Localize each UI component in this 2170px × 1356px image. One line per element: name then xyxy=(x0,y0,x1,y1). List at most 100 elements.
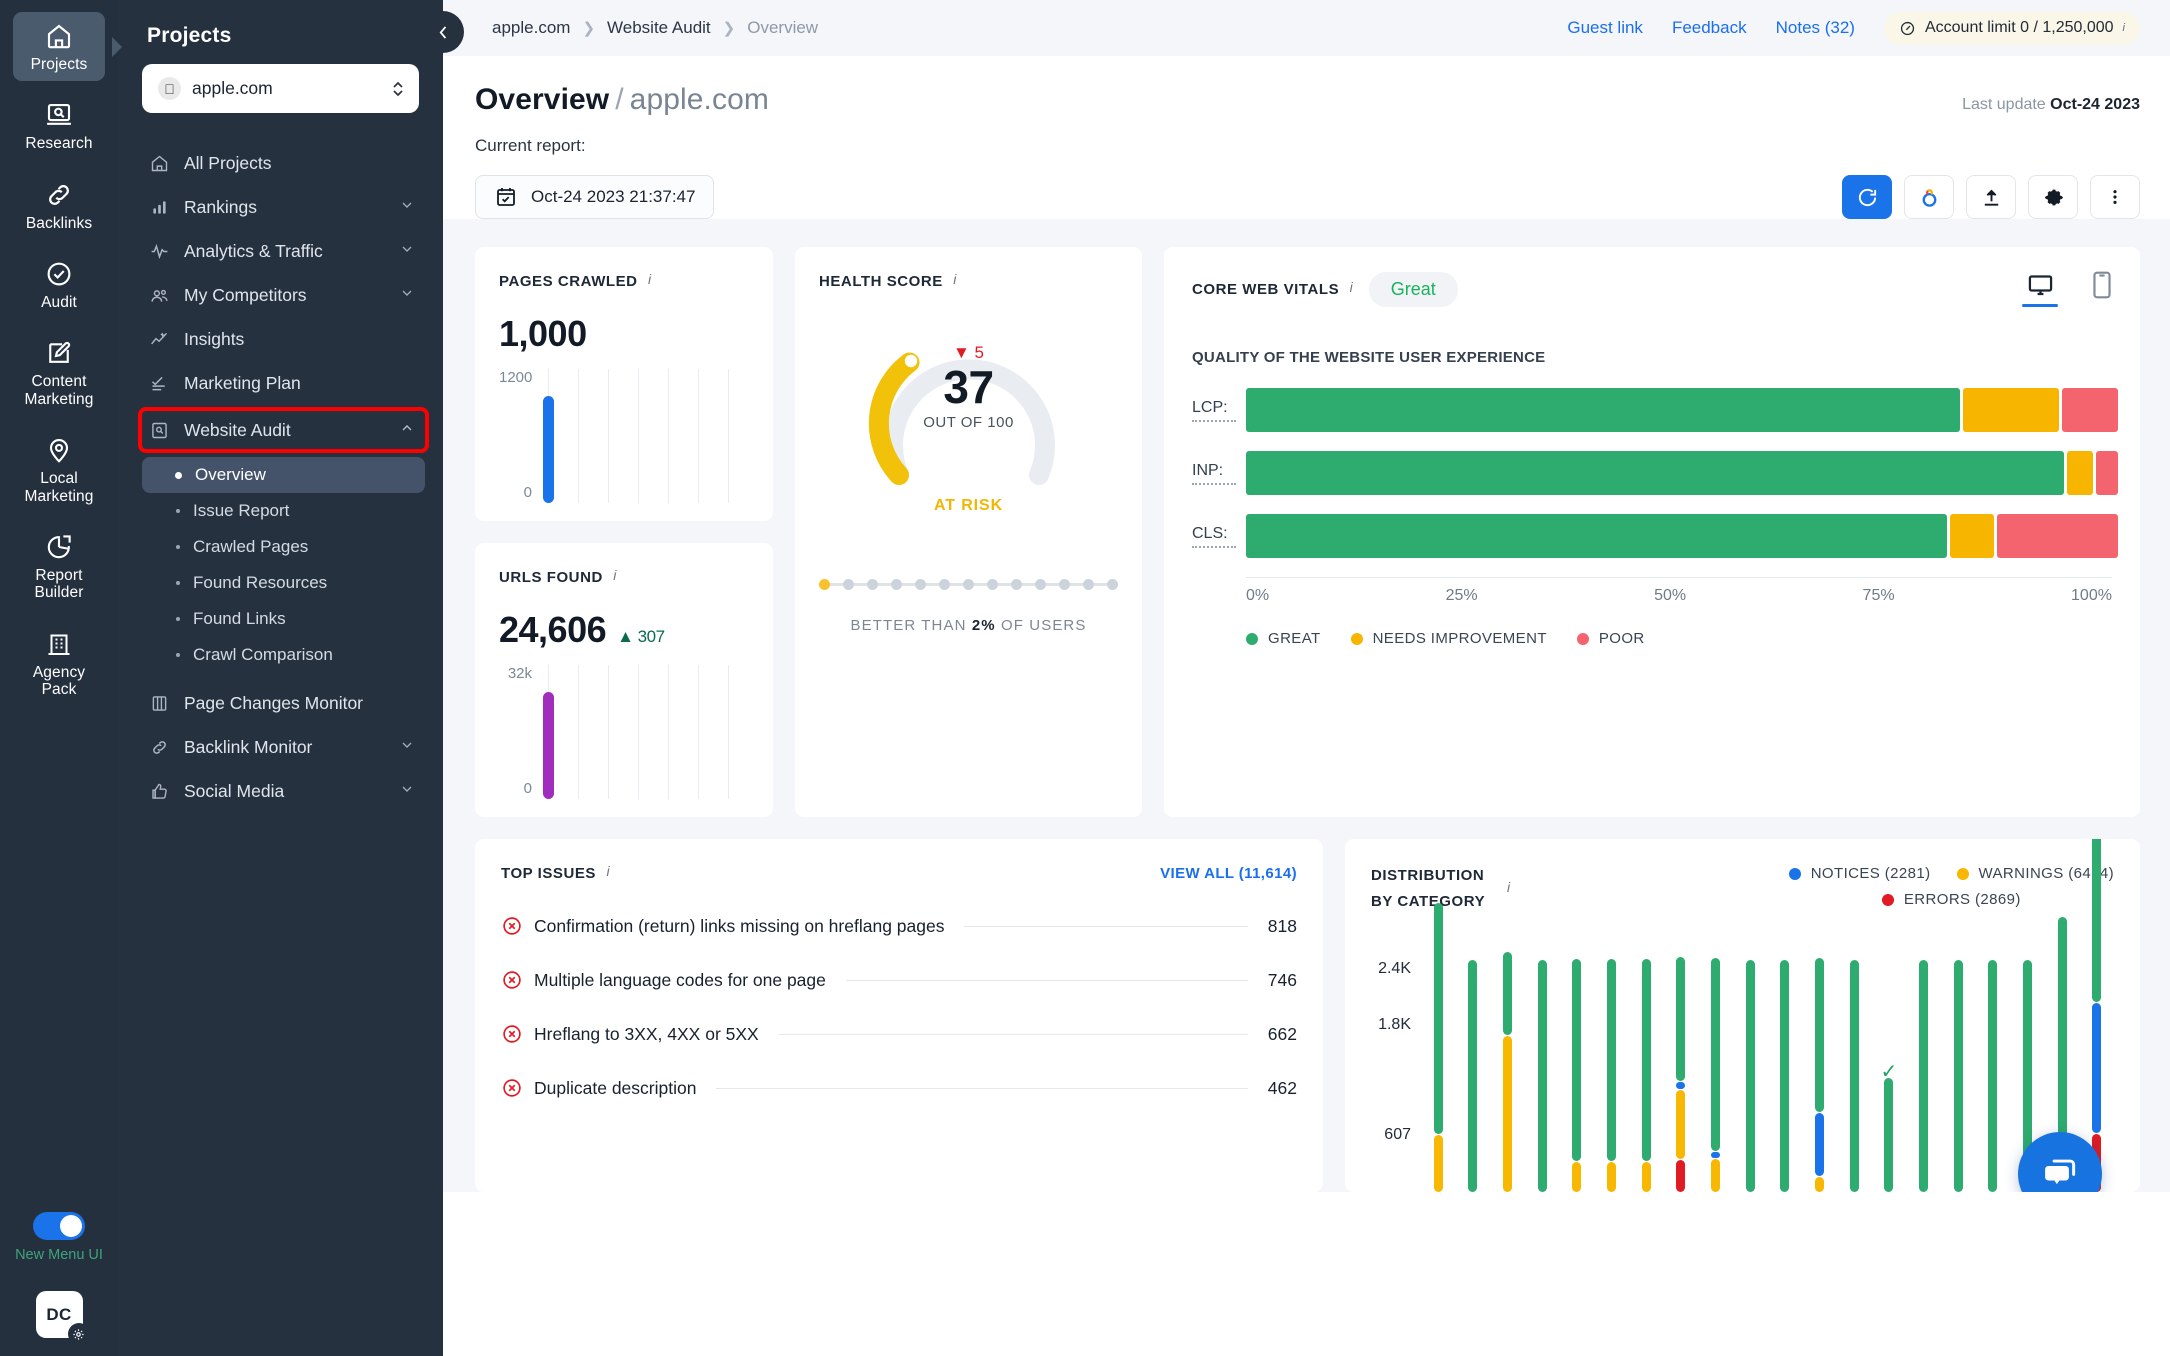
chart-bar-column[interactable] xyxy=(1976,942,2011,1192)
current-report-selector[interactable]: Oct-24 2023 21:37:47 xyxy=(475,175,715,219)
collapse-sidebar-button[interactable] xyxy=(422,11,464,53)
history-dot[interactable] xyxy=(915,579,926,590)
history-dot[interactable] xyxy=(819,579,830,590)
health-history-dots[interactable] xyxy=(819,579,1118,590)
sidebar-item-found-links[interactable]: Found Links xyxy=(142,601,425,637)
device-mobile-button[interactable] xyxy=(2092,271,2112,307)
check-circle-icon xyxy=(47,262,71,286)
settings-button[interactable] xyxy=(2028,175,2078,219)
chart-bar-column[interactable] xyxy=(1837,942,1872,1192)
cwv-stacked-bar[interactable] xyxy=(1246,514,2118,558)
nav-item-all-projects[interactable]: All Projects xyxy=(142,141,425,185)
info-icon[interactable]: i xyxy=(2123,22,2125,34)
issue-row[interactable]: Confirmation (return) links missing on h… xyxy=(501,915,1297,937)
breadcrumb-item-0[interactable]: apple.com xyxy=(492,18,570,38)
issue-name: Multiple language codes for one page xyxy=(534,969,826,990)
sidebar-item-found-resources[interactable]: Found Resources xyxy=(142,565,425,601)
nav-item-analytics-traffic[interactable]: Analytics & Traffic xyxy=(142,229,425,273)
history-dot[interactable] xyxy=(867,579,878,590)
history-dot[interactable] xyxy=(939,579,950,590)
info-icon[interactable]: i xyxy=(648,271,651,287)
nav-item-website-audit[interactable]: Website Audit xyxy=(142,411,425,449)
rail-item-report-builder[interactable]: Report Builder xyxy=(13,523,105,610)
bar-segment-green xyxy=(1503,951,1513,1035)
nav-item-my-competitors[interactable]: My Competitors xyxy=(142,273,425,317)
history-dot[interactable] xyxy=(987,579,998,590)
sidebar-item-overview[interactable]: Overview xyxy=(142,457,425,493)
chart-bar-column[interactable] xyxy=(1629,942,1664,1192)
history-dot[interactable] xyxy=(843,579,854,590)
bar-stack xyxy=(1988,960,1998,1192)
nav-item-page-changes-monitor[interactable]: Page Changes Monitor xyxy=(142,681,425,725)
rail-item-local-marketing[interactable]: Local Marketing xyxy=(13,426,105,513)
info-icon[interactable]: i xyxy=(606,863,609,879)
chart-bar-column[interactable] xyxy=(1941,942,1976,1192)
issue-row[interactable]: Duplicate description 462 xyxy=(501,1077,1297,1099)
chart-bar-column[interactable] xyxy=(1733,942,1768,1192)
sidebar-item-crawled-pages[interactable]: Crawled Pages xyxy=(142,529,425,565)
breadcrumb-separator: ❯ xyxy=(582,20,596,37)
chart-bar-column[interactable]: ✓ xyxy=(1872,942,1907,1192)
new-menu-ui-toggle[interactable] xyxy=(33,1212,85,1240)
issue-row[interactable]: Hreflang to 3XX, 4XX or 5XX 662 xyxy=(501,1023,1297,1045)
chart-bar-column[interactable] xyxy=(1456,942,1491,1192)
history-dot[interactable] xyxy=(1059,579,1070,590)
chart-bar-column[interactable] xyxy=(1698,942,1733,1192)
axis-top-label: 1200 xyxy=(499,369,533,386)
audit-icon xyxy=(148,420,170,441)
export-button[interactable] xyxy=(1966,175,2016,219)
feedback-link[interactable]: Feedback xyxy=(1672,18,1747,38)
notes-link[interactable]: Notes (32) xyxy=(1776,18,1855,38)
nav-item-marketing-plan[interactable]: Marketing Plan xyxy=(142,361,425,405)
sidebar-item-crawl-comparison[interactable]: Crawl Comparison xyxy=(142,637,425,673)
rail-item-backlinks[interactable]: Backlinks xyxy=(13,171,105,240)
pagespeed-button[interactable] xyxy=(1904,175,1954,219)
distribution-bars: ✓ xyxy=(1421,839,2114,1192)
nav-item-rankings[interactable]: Rankings xyxy=(142,185,425,229)
chart-bar-column[interactable] xyxy=(1490,942,1525,1192)
avatar-settings-badge[interactable] xyxy=(67,1323,90,1345)
urls-found-number: 24,606 xyxy=(499,609,607,650)
info-icon[interactable]: i xyxy=(1507,879,1510,916)
rail-item-agency-pack[interactable]: Agency Pack xyxy=(13,620,105,707)
info-icon[interactable]: i xyxy=(613,567,616,583)
nav-item-social-media[interactable]: Social Media xyxy=(142,769,425,813)
chart-bar-column[interactable] xyxy=(1802,942,1837,1192)
info-icon[interactable]: i xyxy=(953,271,956,287)
rail-item-audit[interactable]: Audit xyxy=(13,250,105,319)
chart-bar-column[interactable] xyxy=(1664,942,1699,1192)
project-selector[interactable]:  apple.com xyxy=(142,64,419,113)
view-all-issues-link[interactable]: VIEW ALL (11,614) xyxy=(1160,865,1297,882)
history-dot[interactable] xyxy=(963,579,974,590)
nav-item-insights[interactable]: Insights xyxy=(142,317,425,361)
sparkline-axis: 32k 0 xyxy=(499,665,541,799)
history-dot[interactable] xyxy=(1083,579,1094,590)
rail-item-research[interactable]: Research xyxy=(13,91,105,160)
guest-link[interactable]: Guest link xyxy=(1567,18,1643,38)
chart-bar-column[interactable] xyxy=(1768,942,1803,1192)
history-dot[interactable] xyxy=(1035,579,1046,590)
bar-segment-green xyxy=(1780,960,1790,1192)
refresh-button[interactable] xyxy=(1842,175,1892,219)
more-button[interactable] xyxy=(2090,175,2140,219)
rail-item-projects[interactable]: Projects xyxy=(13,12,105,82)
chart-bar-column[interactable] xyxy=(1560,942,1595,1192)
chart-bar-column[interactable] xyxy=(1421,902,1456,1192)
device-desktop-button[interactable] xyxy=(2022,272,2058,307)
history-dot[interactable] xyxy=(1107,579,1118,590)
rail-item-content-marketing[interactable]: Content Marketing xyxy=(13,329,105,416)
chart-bar-column[interactable] xyxy=(1594,942,1629,1192)
account-limit-badge[interactable]: Account limit 0 / 1,250,000 i xyxy=(1883,11,2140,45)
chart-bar-column[interactable] xyxy=(1525,942,1560,1192)
issue-row[interactable]: Multiple language codes for one page 746 xyxy=(501,969,1297,991)
user-menu[interactable]: DC xyxy=(35,1291,90,1345)
history-dot[interactable] xyxy=(891,579,902,590)
info-icon[interactable]: i xyxy=(1350,279,1353,295)
breadcrumb-item-1[interactable]: Website Audit xyxy=(607,18,711,38)
nav-item-backlink-monitor[interactable]: Backlink Monitor xyxy=(142,725,425,769)
chart-bar-column[interactable] xyxy=(1906,942,1941,1192)
sidebar-item-issue-report[interactable]: Issue Report xyxy=(142,493,425,529)
history-dot[interactable] xyxy=(1011,579,1022,590)
cwv-stacked-bar[interactable] xyxy=(1246,451,2118,495)
cwv-stacked-bar[interactable] xyxy=(1246,388,2118,432)
